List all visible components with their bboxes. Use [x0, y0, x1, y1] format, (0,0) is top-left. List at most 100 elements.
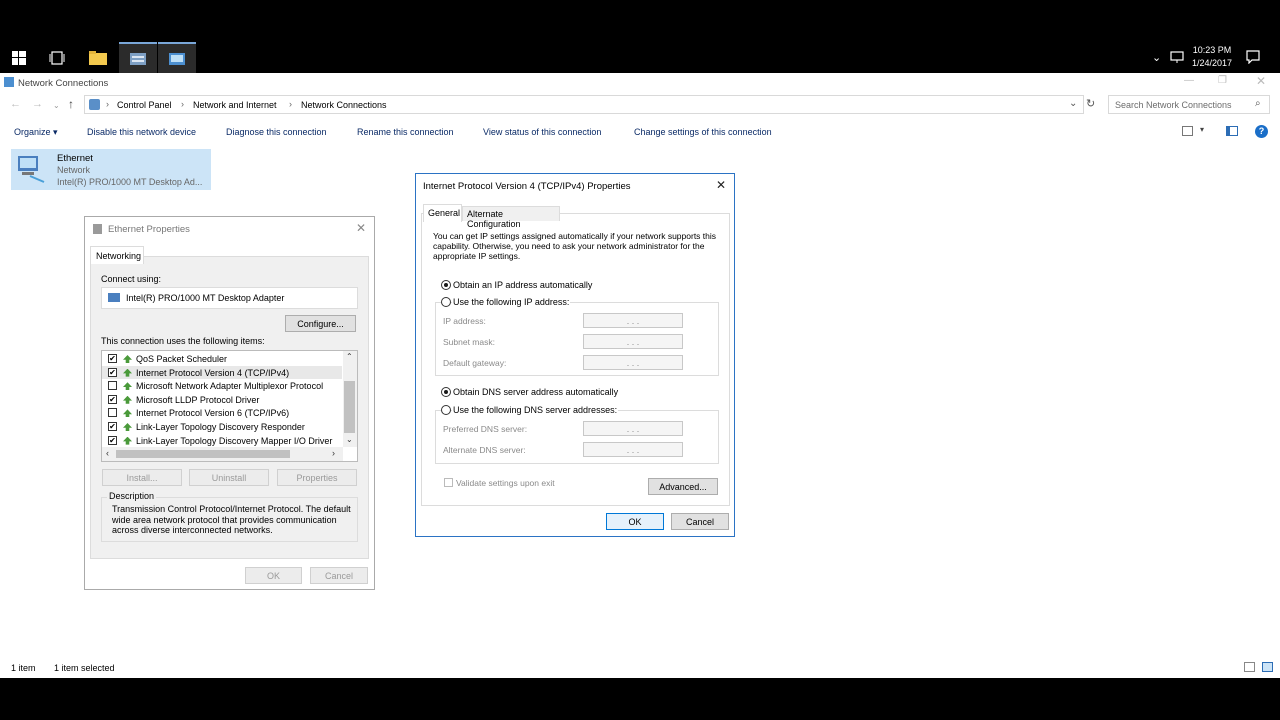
alternate-dns-field[interactable]: . . . [583, 442, 683, 457]
component-checkbox[interactable]: ✔ [108, 422, 117, 431]
ok-button[interactable]: OK [245, 567, 302, 584]
close-icon[interactable]: ✕ [1256, 74, 1266, 88]
task-view-button[interactable] [38, 42, 76, 73]
details-view-icon[interactable] [1244, 662, 1255, 672]
view-options-icon[interactable] [1182, 126, 1193, 136]
forward-arrow-icon[interactable]: → [32, 98, 43, 110]
obtain-dns-label[interactable]: Obtain DNS server address automatically [453, 387, 618, 397]
description-label: Description [107, 491, 157, 501]
minimize-icon[interactable]: — [1184, 75, 1194, 86]
component-list-item[interactable]: Microsoft Network Adapter Multiplexor Pr… [102, 379, 342, 392]
ethernet-adapter-item[interactable]: Ethernet Network Intel(R) PRO/1000 MT De… [11, 149, 211, 190]
clock[interactable]: 10:23 PM 1/24/2017 [1188, 45, 1236, 68]
properties-button[interactable]: Properties [277, 469, 357, 486]
component-list-item[interactable]: ✔ Link-Layer Topology Discovery Mapper I/… [102, 434, 342, 447]
component-list-item[interactable]: ✔ QoS Packet Scheduler [102, 352, 342, 365]
component-list-item[interactable]: ✔ Microsoft LLDP Protocol Driver [102, 393, 342, 406]
action-center-icon[interactable] [1246, 50, 1260, 66]
recent-chevron-icon[interactable]: ⌄ [53, 101, 60, 110]
change-settings-command[interactable]: Change settings of this connection [634, 127, 772, 137]
help-icon[interactable]: ? [1255, 125, 1268, 138]
ip-dots: . . . [626, 444, 640, 455]
back-arrow-icon[interactable]: ← [10, 98, 21, 110]
cancel-button[interactable]: Cancel [671, 513, 729, 530]
use-ip-radio[interactable] [441, 297, 451, 307]
diagnose-command[interactable]: Diagnose this connection [226, 127, 327, 137]
components-list[interactable]: ✔ QoS Packet Scheduler ✔ Internet Protocol … [101, 350, 358, 462]
up-arrow-icon[interactable]: ↑ [68, 97, 74, 111]
refresh-icon[interactable]: ↻ [1086, 97, 1095, 110]
scroll-right-icon[interactable]: › [332, 448, 335, 458]
component-checkbox[interactable]: ✔ [108, 435, 117, 445]
uninstall-button[interactable]: Uninstall [189, 469, 269, 486]
protocol-icon [123, 355, 132, 363]
network-connections-taskbar-button[interactable] [158, 42, 196, 73]
tab-general[interactable]: General [423, 204, 462, 222]
file-explorer-taskbar-button[interactable] [79, 42, 117, 73]
network-tray-icon[interactable] [1170, 50, 1184, 66]
scroll-up-icon[interactable]: ⌃ [346, 352, 353, 361]
search-icon[interactable]: ⌕ [1255, 98, 1261, 109]
organize-menu[interactable]: Organize ▾ [14, 127, 58, 138]
start-button[interactable] [0, 42, 38, 73]
component-checkbox[interactable] [108, 408, 117, 418]
obtain-dns-radio[interactable] [441, 387, 451, 397]
large-icons-view-icon[interactable] [1262, 662, 1273, 672]
tab-networking[interactable]: Networking [90, 246, 144, 264]
preview-pane-icon[interactable] [1226, 126, 1238, 136]
search-box[interactable]: Search Network Connections ⌕ [1108, 95, 1270, 114]
disable-device-command[interactable]: Disable this network device [87, 127, 196, 137]
ip-address-field[interactable]: . . . [583, 313, 683, 328]
description-text: Transmission Control Protocol/Internet P… [112, 504, 351, 535]
search-input[interactable]: Search Network Connections [1115, 100, 1232, 110]
scroll-down-icon[interactable]: ⌄ [346, 435, 353, 444]
close-icon[interactable]: ✕ [356, 221, 366, 235]
component-list-item[interactable]: ✔ Link-Layer Topology Discovery Responder [102, 420, 342, 433]
chevron-up-icon[interactable]: ⌄ [1152, 51, 1161, 64]
component-checkbox[interactable]: ✔ [108, 367, 117, 377]
obtain-ip-radio[interactable] [441, 280, 451, 290]
component-checkbox[interactable]: ✔ [108, 394, 117, 404]
breadcrumb-network-internet[interactable]: Network and Internet [193, 100, 277, 110]
address-bar[interactable]: › Control Panel › Network and Internet ›… [84, 95, 1084, 114]
obtain-ip-label[interactable]: Obtain an IP address automatically [453, 280, 592, 290]
component-label: Microsoft LLDP Protocol Driver [136, 394, 260, 405]
validate-label[interactable]: Validate settings upon exit [456, 478, 555, 488]
view-options-chevron-icon[interactable]: ▾ [1200, 125, 1204, 134]
use-dns-label[interactable]: Use the following DNS server addresses: [452, 405, 619, 415]
adapter-field: Intel(R) PRO/1000 MT Desktop Adapter [101, 287, 358, 309]
component-list-item[interactable]: Internet Protocol Version 6 (TCP/IPv6) [102, 406, 342, 419]
view-status-command[interactable]: View status of this connection [483, 127, 601, 137]
component-checkbox[interactable]: ✔ [108, 354, 117, 363]
advanced-button[interactable]: Advanced... [648, 478, 718, 495]
horizontal-scrollbar[interactable]: ‹ › [102, 447, 343, 461]
preferred-dns-field[interactable]: . . . [583, 421, 683, 436]
default-gateway-label: Default gateway: [443, 358, 507, 368]
rename-command[interactable]: Rename this connection [357, 127, 454, 137]
breadcrumb-control-panel[interactable]: Control Panel [117, 100, 172, 110]
use-ip-label[interactable]: Use the following IP address: [452, 297, 571, 307]
clock-time: 10:23 PM [1192, 45, 1232, 55]
install-button[interactable]: Install... [102, 469, 182, 486]
breadcrumb-network-connections[interactable]: Network Connections [301, 100, 387, 110]
configure-button[interactable]: Configure... [285, 315, 356, 332]
use-dns-radio[interactable] [441, 405, 451, 415]
component-list-item[interactable]: ✔ Internet Protocol Version 4 (TCP/IPv4) [102, 365, 342, 379]
server-manager-taskbar-button[interactable] [119, 42, 157, 73]
component-checkbox[interactable] [108, 381, 117, 391]
address-dropdown-icon[interactable]: ⌄ [1069, 98, 1077, 109]
ok-button[interactable]: OK [606, 513, 664, 530]
intro-text: You can get IP settings assigned automat… [433, 231, 717, 261]
maximize-icon[interactable]: ❐ [1218, 75, 1227, 86]
close-icon[interactable]: ✕ [716, 178, 726, 192]
subnet-mask-field[interactable]: . . . [583, 334, 683, 349]
validate-checkbox[interactable] [444, 478, 453, 487]
vertical-scrollbar[interactable]: ⌃ ⌄ [343, 351, 357, 447]
tab-alternate-configuration[interactable]: Alternate Configuration [462, 206, 560, 229]
default-gateway-field[interactable]: . . . [583, 355, 683, 370]
alternate-dns-label: Alternate DNS server: [443, 445, 526, 455]
scroll-thumb[interactable] [344, 381, 355, 433]
scroll-left-icon[interactable]: ‹ [106, 448, 109, 458]
cancel-button[interactable]: Cancel [310, 567, 368, 584]
h-scroll-thumb[interactable] [116, 450, 290, 458]
